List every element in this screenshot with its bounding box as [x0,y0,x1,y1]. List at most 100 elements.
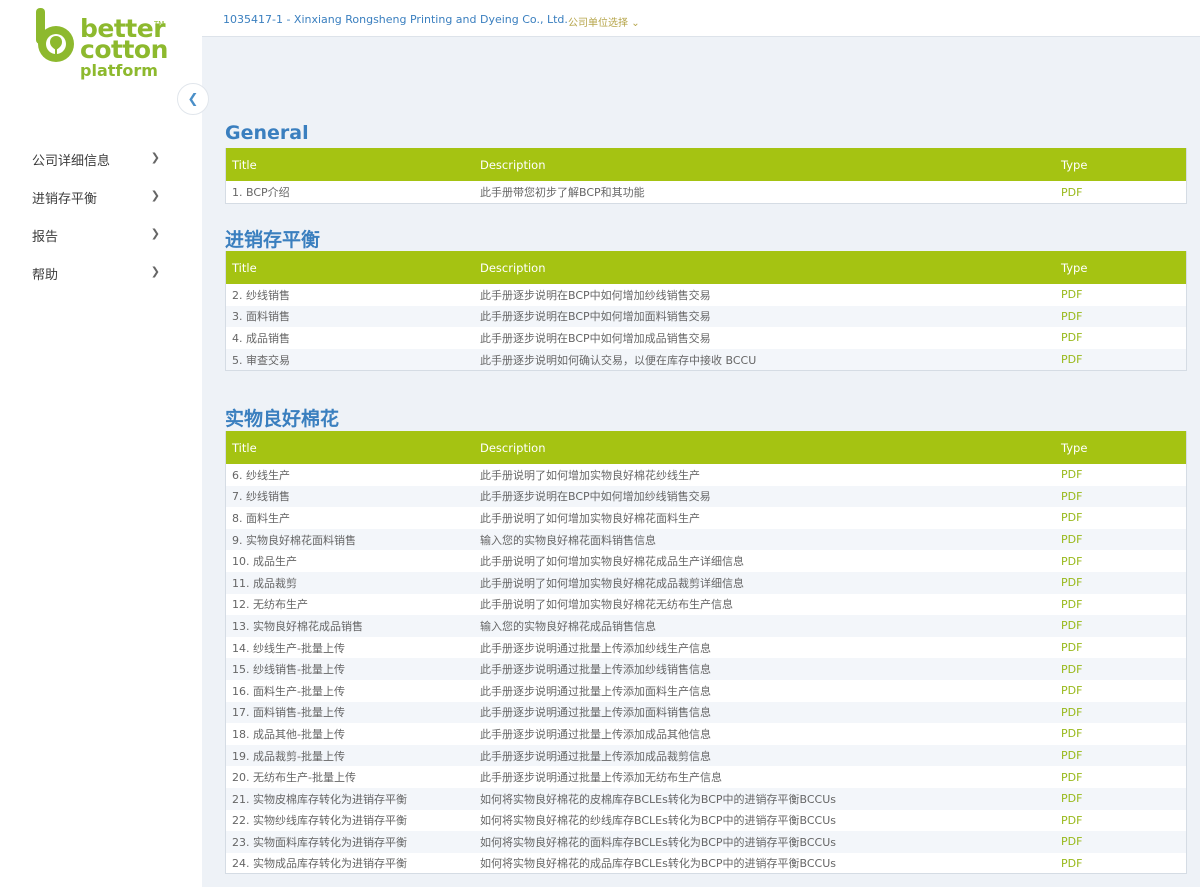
row-description: 此手册逐步说明通过批量上传添加成品裁剪信息 [480,749,711,763]
table-row[interactable]: 17. 面料销售-批量上传 此手册逐步说明通过批量上传添加面料销售信息 PDF [226,701,1186,724]
table-row[interactable]: 11. 成品裁剪 此手册说明了如何增加实物良好棉花成品裁剪详细信息 PDF [226,571,1186,594]
sidebar-item-company-details[interactable]: 公司详细信息 ❯ [0,140,202,178]
row-description: 此手册逐步说明通过批量上传添加成品其他信息 [480,727,711,741]
row-title: 16. 面料生产-批量上传 [232,684,345,698]
table-row[interactable]: 24. 实物成品库存转化为进销存平衡 如何将实物良好棉花的成品库存BCLEs转化为… [226,853,1186,875]
pdf-link[interactable]: PDF [1056,555,1082,568]
section-title-general: General [225,122,309,144]
pdf-link[interactable]: PDF [1056,598,1082,611]
table-header: Title Description Type [226,148,1186,181]
row-title: 5. 审查交易 [232,353,290,367]
table-row[interactable]: 23. 实物面料库存转化为进销存平衡 如何将实物良好棉花的面料库存BCLEs转化为… [226,831,1186,853]
row-title: 8. 面料生产 [232,511,290,525]
row-title: 1. BCP介绍 [232,186,290,199]
chevron-right-icon: ❯ [150,189,160,202]
row-title: 15. 纱线销售-批量上传 [232,663,345,677]
row-description: 此手册逐步说明通过批量上传添加纱线销售信息 [480,663,711,677]
table-row[interactable]: 21. 实物皮棉库存转化为进销存平衡 如何将实物良好棉花的皮棉库存BCLEs转化为… [226,787,1186,810]
column-title: Title [232,260,257,275]
chevron-down-icon: ⌄ [631,18,640,29]
pdf-link[interactable]: PDF [1056,310,1082,323]
table-row[interactable]: 18. 成品其他-批量上传 此手册逐步说明通过批量上传添加成品其他信息 PDF [226,723,1186,745]
row-title: 10. 成品生产 [232,555,297,569]
row-title: 13. 实物良好棉花成品销售 [232,619,363,633]
pdf-link[interactable]: PDF [1056,792,1082,805]
table-row[interactable]: 5. 审查交易 此手册逐步说明如何确认交易，以便在库存中接收 BCCU PDF [226,348,1186,371]
pdf-link[interactable]: PDF [1056,727,1082,740]
pdf-link[interactable]: PDF [1056,619,1082,632]
row-title: 19. 成品裁剪-批量上传 [232,749,345,763]
pdf-link[interactable]: PDF [1056,576,1082,589]
table-row[interactable]: 2. 纱线销售 此手册逐步说明在BCP中如何增加纱线销售交易 PDF [226,284,1186,306]
table-header: Title Description Type [226,251,1186,284]
pdf-link[interactable]: PDF [1056,511,1082,524]
pdf-link[interactable]: PDF [1056,684,1082,697]
sidebar-item-help[interactable]: 帮助 ❯ [0,254,202,292]
chevron-right-icon: ❯ [150,151,160,164]
table-row[interactable]: 13. 实物良好棉花成品销售 输入您的实物良好棉花成品销售信息 PDF [226,615,1186,637]
pdf-link[interactable]: PDF [1056,663,1082,676]
pdf-link[interactable]: PDF [1056,331,1082,344]
row-description: 如何将实物良好棉花的纱线库存BCLEs转化为BCP中的进销存平衡BCCUs [480,814,837,828]
table-row[interactable]: 10. 成品生产 此手册说明了如何增加实物良好棉花成品生产详细信息 PDF [226,550,1186,572]
pdf-link[interactable]: PDF [1056,771,1082,784]
column-description: Description [480,157,546,172]
row-description: 此手册逐步说明在BCP中如何增加纱线销售交易 [480,288,711,302]
table-row[interactable]: 3. 面料销售 此手册逐步说明在BCP中如何增加面料销售交易 PDF [226,305,1186,328]
row-title: 12. 无纺布生产 [232,598,308,612]
table-row[interactable]: 1. BCP介绍 此手册带您初步了解BCP和其功能 PDF [226,181,1186,203]
row-title: 22. 实物纱线库存转化为进销存平衡 [232,814,407,828]
table-row[interactable]: 12. 无纺布生产 此手册说明了如何增加实物良好棉花无纺布生产信息 PDF [226,594,1186,616]
table-row[interactable]: 19. 成品裁剪-批量上传 此手册逐步说明通过批量上传添加成品裁剪信息 PDF [226,744,1186,767]
table-row[interactable]: 16. 面料生产-批量上传 此手册逐步说明通过批量上传添加面料生产信息 PDF [226,680,1186,702]
sidebar-item-label: 报告 [32,229,59,245]
row-description: 此手册带您初步了解BCP和其功能 [480,186,645,199]
table-row[interactable]: 22. 实物纱线库存转化为进销存平衡 如何将实物良好棉花的纱线库存BCLEs转化为… [226,810,1186,832]
pdf-link[interactable]: PDF [1056,288,1082,301]
sidebar-item-reports[interactable]: 报告 ❯ [0,216,202,254]
table-row[interactable]: 7. 纱线销售 此手册逐步说明在BCP中如何增加纱线销售交易 PDF [226,485,1186,508]
logo-line-3: platform [80,61,158,80]
table-general: Title Description Type 1. BCP介绍 此手册带您初步了… [225,148,1187,204]
column-type: Type [1061,157,1088,172]
sidebar-item-balance[interactable]: 进销存平衡 ❯ [0,178,202,216]
column-type: Type [1061,260,1088,275]
row-title: 24. 实物成品库存转化为进销存平衡 [232,857,407,871]
row-title: 6. 纱线生产 [232,468,290,482]
column-title: Title [232,440,257,455]
table-row[interactable]: 4. 成品销售 此手册逐步说明在BCP中如何增加成品销售交易 PDF [226,327,1186,349]
table-row[interactable]: 20. 无纺布生产-批量上传 此手册逐步说明通过批量上传添加无纺布生产信息 PDF [226,766,1186,788]
logo[interactable]: better cotton platform TM [34,8,174,86]
pdf-link[interactable]: PDF [1056,814,1082,827]
table-row[interactable]: 9. 实物良好棉花面料销售 输入您的实物良好棉花面料销售信息 PDF [226,528,1186,551]
pdf-link[interactable]: PDF [1056,641,1082,654]
row-description: 此手册逐步说明通过批量上传添加面料生产信息 [480,684,711,698]
company-unit-selector[interactable]: 公司单位选择 ⌄ [568,14,640,29]
table-row[interactable]: 8. 面料生产 此手册说明了如何增加实物良好棉花面料生产 PDF [226,507,1186,529]
section-title-balance: 进销存平衡 [225,229,321,251]
row-description: 此手册逐步说明在BCP中如何增加面料销售交易 [480,310,711,324]
table-physical-cotton: Title Description Type 6. 纱线生产 此手册说明了如何增加… [225,431,1187,874]
row-description: 此手册逐步说明在BCP中如何增加成品销售交易 [480,331,711,345]
row-description: 此手册说明了如何增加实物良好棉花成品生产详细信息 [480,555,744,569]
logo-trademark: TM [154,20,165,28]
pdf-link[interactable]: PDF [1056,353,1082,366]
row-description: 此手册逐步说明通过批量上传添加无纺布生产信息 [480,771,722,785]
company-name: 1035417-1 - Xinxiang Rongsheng Printing … [223,13,568,26]
pdf-link[interactable]: PDF [1056,857,1082,870]
table-row[interactable]: 6. 纱线生产 此手册说明了如何增加实物良好棉花纱线生产 PDF [226,464,1186,486]
pdf-link[interactable]: PDF [1056,490,1082,503]
row-title: 17. 面料销售-批量上传 [232,706,345,720]
table-row[interactable]: 15. 纱线销售-批量上传 此手册逐步说明通过批量上传添加纱线销售信息 PDF [226,658,1186,680]
pdf-link[interactable]: PDF [1056,706,1082,719]
pdf-link[interactable]: PDF [1056,533,1082,546]
pdf-link[interactable]: PDF [1056,468,1082,481]
row-description: 此手册说明了如何增加实物良好棉花无纺布生产信息 [480,598,733,612]
pdf-link[interactable]: PDF [1056,186,1082,199]
pdf-link[interactable]: PDF [1056,835,1082,848]
chevron-left-icon: ❮ [187,91,199,107]
logo-text: better cotton platform [80,16,168,80]
table-row[interactable]: 14. 纱线生产-批量上传 此手册逐步说明通过批量上传添加纱线生产信息 PDF [226,637,1186,659]
pdf-link[interactable]: PDF [1056,749,1082,762]
sidebar-collapse-button[interactable]: ❮ [177,83,209,115]
